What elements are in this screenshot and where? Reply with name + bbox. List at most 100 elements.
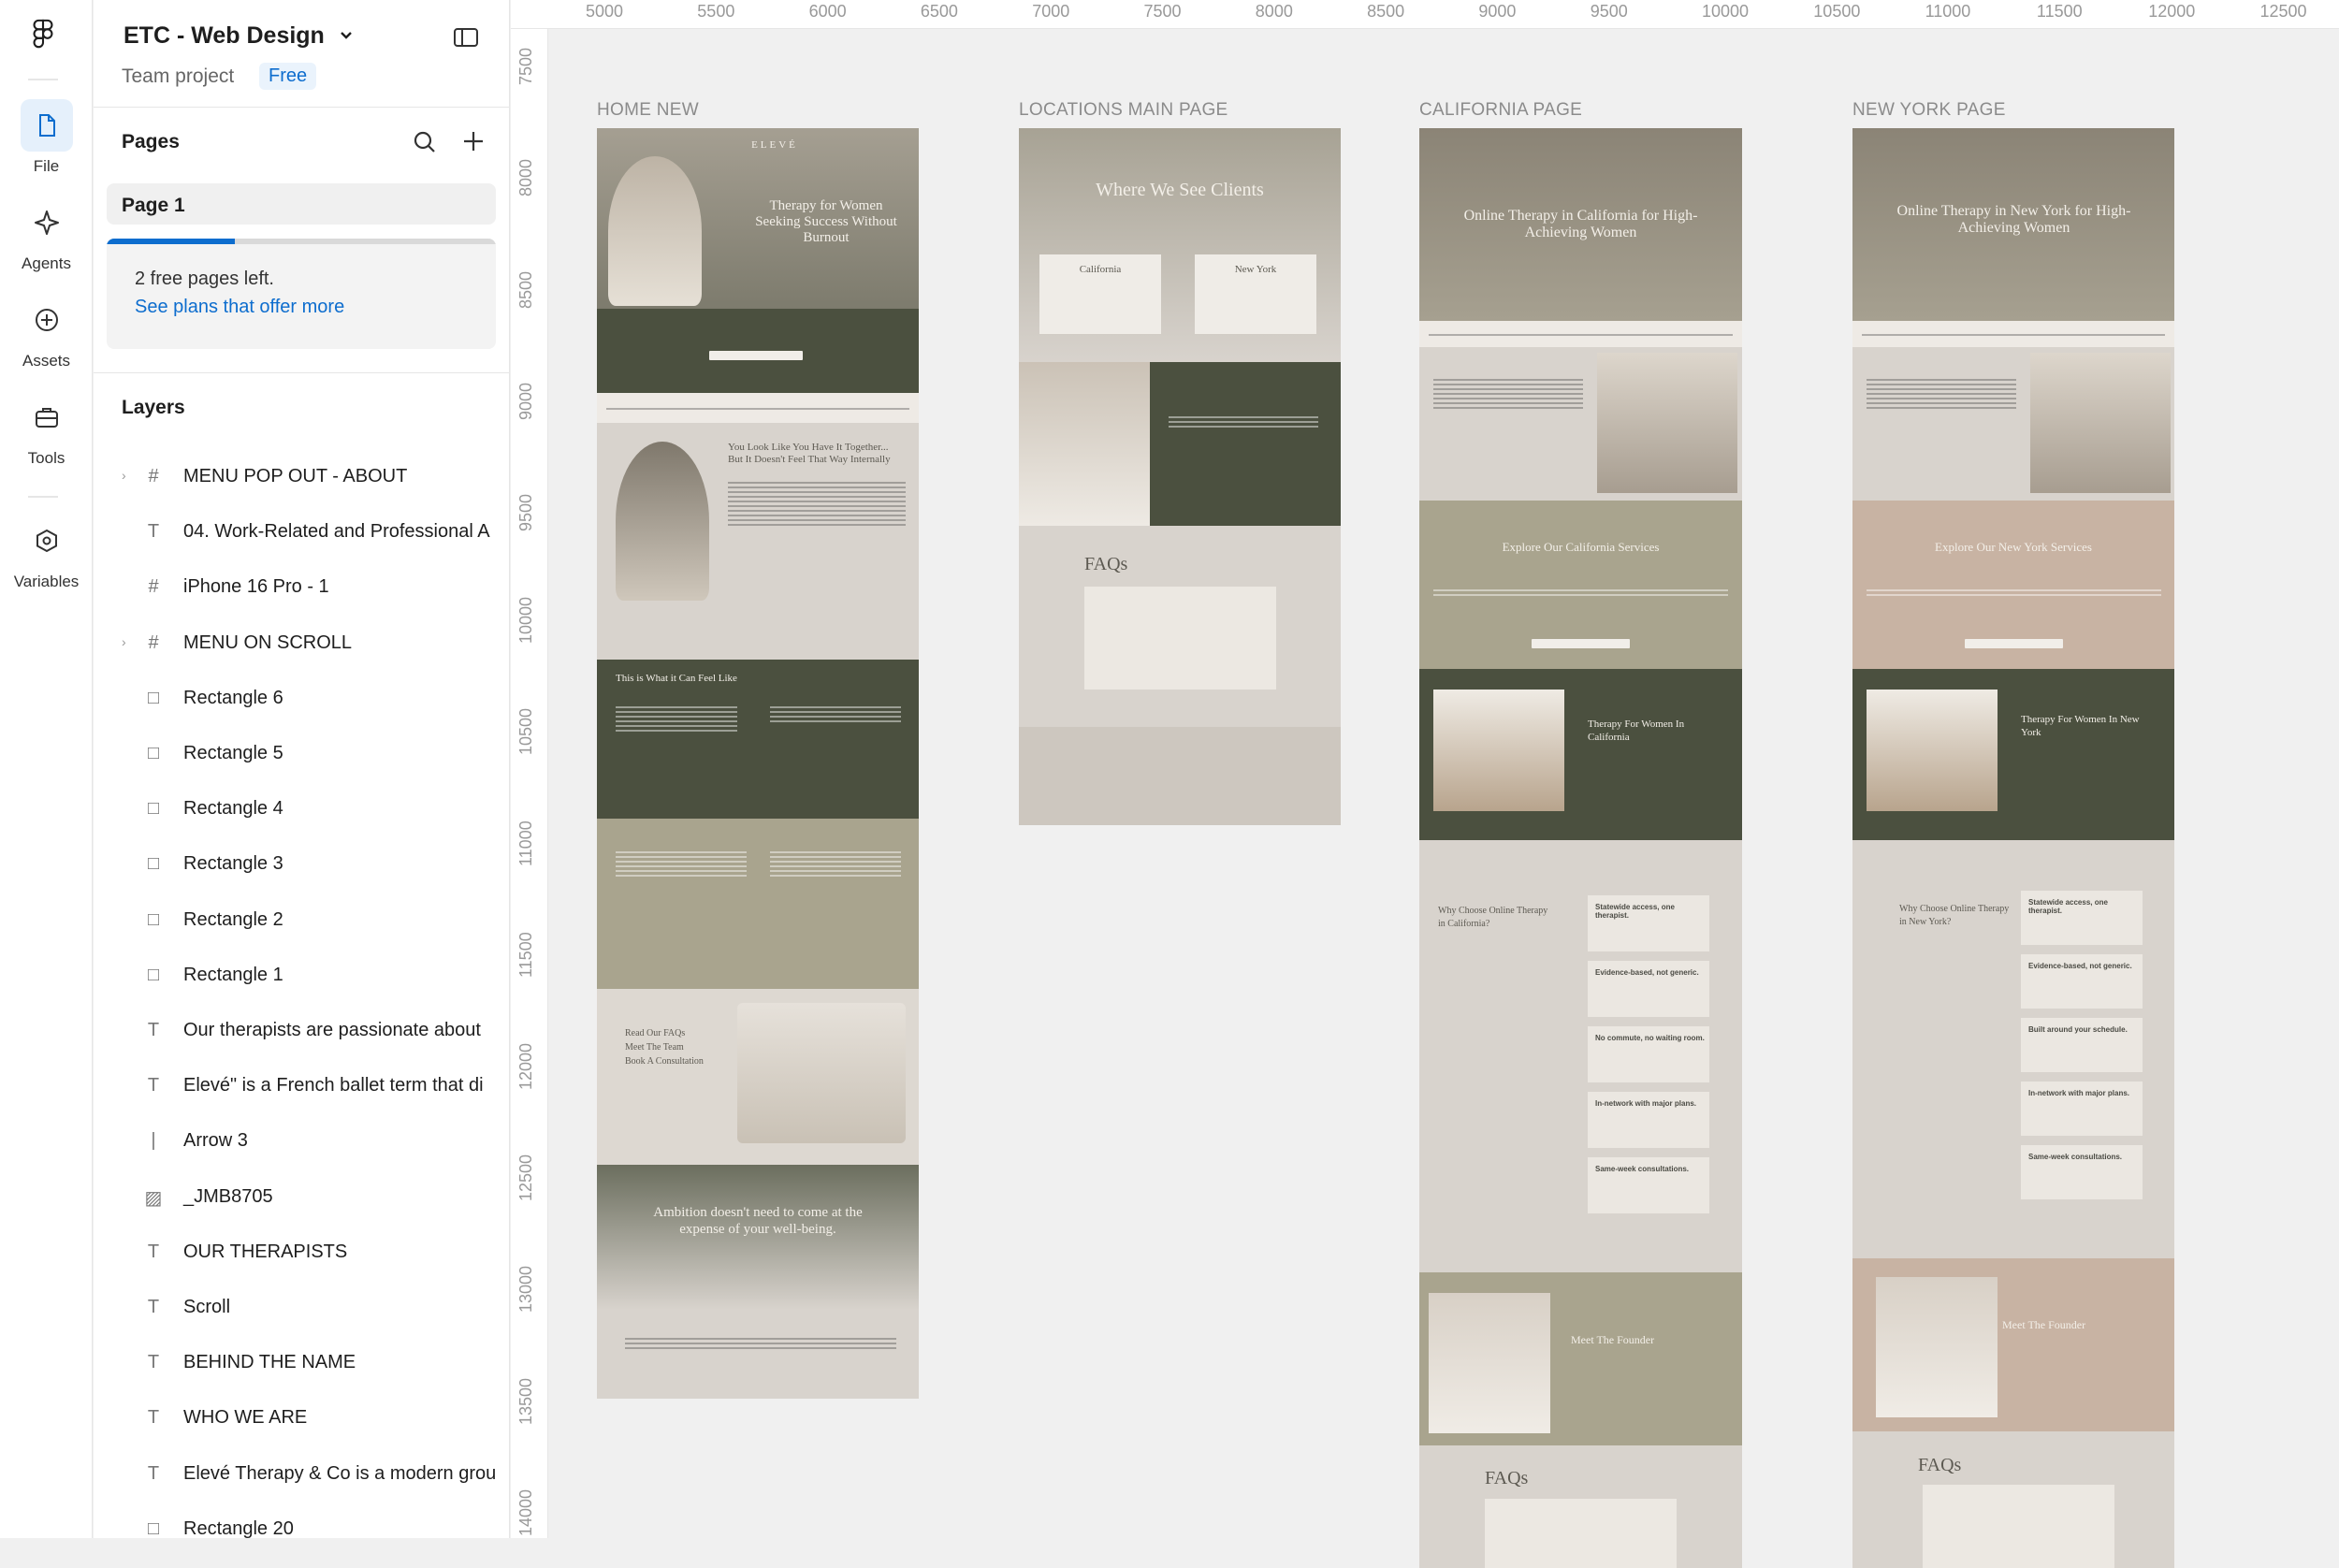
ny-services-list (1867, 587, 2161, 599)
frame-icon: # (148, 632, 159, 653)
next-step-team[interactable]: Meet The Team (625, 1040, 704, 1054)
benefit-title: Same-week consultations. (2028, 1153, 2123, 1161)
layer-label: Scroll (183, 1297, 231, 1317)
layer-row[interactable]: T Elevé" is a French ballet term that di (94, 1067, 509, 1105)
layer-row[interactable]: T 04. Work-Related and Professional A (94, 514, 509, 551)
next-steps-list: Read Our FAQs Meet The Team Book A Consu… (625, 1026, 704, 1068)
layer-row[interactable]: □ Rectangle 5 (94, 735, 509, 773)
next-step-faqs[interactable]: Read Our FAQs (625, 1026, 704, 1040)
figma-logo-icon[interactable] (28, 19, 58, 51)
layer-label: Arrow 3 (183, 1130, 248, 1152)
faq-list[interactable] (1084, 587, 1276, 690)
layer-label: BEHIND THE NAME (183, 1352, 356, 1373)
layer-row[interactable]: T Elevé Therapy & Co is a modern grou (94, 1456, 509, 1493)
layer-row[interactable]: # iPhone 16 Pro - 1 (94, 569, 509, 606)
chevron-right-icon[interactable]: › (122, 634, 126, 649)
layer-label: iPhone 16 Pro - 1 (183, 576, 329, 598)
rail-item-file[interactable]: File (0, 99, 93, 176)
page-item-1[interactable]: Page 1 (107, 183, 496, 225)
ruler-y-tick: 10500 (516, 707, 535, 755)
frame-label-new-york[interactable]: NEW YORK PAGE (1852, 100, 2006, 121)
plan-badge[interactable]: Free (259, 63, 317, 90)
benefit-title: In-network with major plans. (2028, 1089, 2130, 1097)
chevron-right-icon[interactable]: › (122, 468, 126, 483)
layer-row[interactable]: T Our therapists are passionate about (94, 1012, 509, 1050)
assets-icon (35, 309, 58, 331)
frame-icon: # (148, 576, 159, 598)
layer-row[interactable]: T OUR THERAPISTS (94, 1234, 509, 1271)
ca-services-button[interactable] (1532, 639, 1630, 648)
layer-row[interactable]: □ Rectangle 1 (94, 957, 509, 995)
book-consult-button[interactable] (709, 351, 803, 360)
layer-label: MENU POP OUT - ABOUT (183, 466, 408, 486)
file-title[interactable]: ETC - Web Design (123, 22, 325, 50)
rail-item-variables[interactable]: Variables (0, 515, 93, 591)
ruler-y-tick: 8500 (516, 270, 535, 309)
ruler-x-tick: 6500 (920, 2, 958, 21)
about-title: You Look Like You Have It Together... Bu… (728, 442, 891, 465)
text-icon: T (147, 521, 160, 543)
layer-row[interactable]: □ Rectangle 20 (94, 1511, 509, 1538)
line-icon: | (151, 1130, 156, 1152)
pages-usage-fill (107, 239, 236, 244)
variables-icon (36, 529, 57, 553)
canvas[interactable]: HOME NEW ELEVÉ Therapy for Women Seeking… (549, 30, 2339, 1568)
rail-divider (28, 79, 58, 80)
layer-row[interactable]: ▨ _JMB8705 (94, 1179, 509, 1216)
rail-item-assets[interactable]: Assets (0, 294, 93, 370)
ny-services-title: Explore Our New York Services (1935, 540, 2092, 554)
layer-row[interactable]: T WHO WE ARE (94, 1400, 509, 1437)
rail-item-agents[interactable]: Agents (0, 196, 93, 273)
layer-row[interactable]: □ Rectangle 2 (94, 902, 509, 939)
ny-team-photo (2030, 353, 2171, 493)
ny-faq-list[interactable] (1923, 1485, 2114, 1568)
rail-item-tools[interactable]: Tools (0, 391, 93, 468)
ca-faq-title: FAQs (1485, 1468, 1529, 1488)
search-icon[interactable] (412, 129, 438, 155)
benefit-title: Evidence-based, not generic. (1595, 968, 1699, 977)
difference-copy-right (770, 849, 901, 879)
ny-services-button[interactable] (1965, 639, 2063, 648)
frame-label-locations[interactable]: LOCATIONS MAIN PAGE (1019, 100, 1228, 121)
about-copy (728, 479, 906, 529)
layer-row[interactable]: □ Rectangle 3 (94, 846, 509, 883)
layer-label: Rectangle 1 (183, 964, 283, 985)
ruler-x-tick: 7500 (1143, 2, 1182, 21)
add-page-icon[interactable] (460, 128, 487, 154)
next-step-book[interactable]: Book A Consultation (625, 1054, 704, 1068)
brand-logo: ELEVÉ (751, 139, 798, 151)
text-icon: T (147, 1297, 160, 1317)
sidebar-toggle-icon[interactable] (453, 26, 479, 49)
layer-row[interactable]: › # MENU ON SCROLL (94, 625, 509, 662)
layer-row[interactable]: T Scroll (94, 1289, 509, 1327)
layer-row[interactable]: T BEHIND THE NAME (94, 1344, 509, 1382)
footer (625, 1335, 896, 1352)
ny-why-title: Why Choose Online Therapy in New York? (1899, 904, 2010, 927)
ny-about-copy (1867, 376, 2016, 412)
hero-photo (608, 156, 702, 306)
benefit-card: Evidence-based, not generic. (1588, 961, 1709, 1017)
layers-heading: Layers (122, 397, 185, 418)
layer-label: Our therapists are passionate about (183, 1020, 481, 1040)
ruler-x-tick: 5500 (697, 2, 735, 21)
text-icon: T (147, 1241, 160, 1262)
layer-row[interactable]: □ Rectangle 6 (94, 680, 509, 718)
rectangle-icon: □ (147, 743, 160, 763)
frame-home-new[interactable]: ELEVÉ Therapy for Women Seeking Success … (597, 128, 919, 1399)
pages-heading: Pages (122, 131, 180, 152)
ny-women-title: Therapy For Women In New York (2021, 714, 2140, 738)
frame-label-home-new[interactable]: HOME NEW (597, 100, 699, 121)
chevron-down-icon[interactable] (339, 30, 354, 41)
ruler-x-tick: 8000 (1255, 2, 1293, 21)
layer-row[interactable]: › # MENU POP OUT - ABOUT (94, 458, 509, 496)
frame-locations[interactable]: Where We See Clients California New York… (1019, 128, 1341, 825)
see-plans-link[interactable]: See plans that offer more (135, 297, 344, 318)
ca-team-photo (1597, 353, 1737, 493)
layer-row[interactable]: | Arrow 3 (94, 1123, 509, 1160)
frame-california[interactable]: Online Therapy in California for High-Ac… (1419, 128, 1742, 1568)
layer-row[interactable]: □ Rectangle 4 (94, 791, 509, 828)
agents-icon (34, 211, 59, 235)
ca-faq-list[interactable] (1485, 1499, 1677, 1568)
frame-label-california[interactable]: CALIFORNIA PAGE (1419, 100, 1582, 121)
frame-new-york[interactable]: Online Therapy in New York for High-Achi… (1852, 128, 2174, 1568)
